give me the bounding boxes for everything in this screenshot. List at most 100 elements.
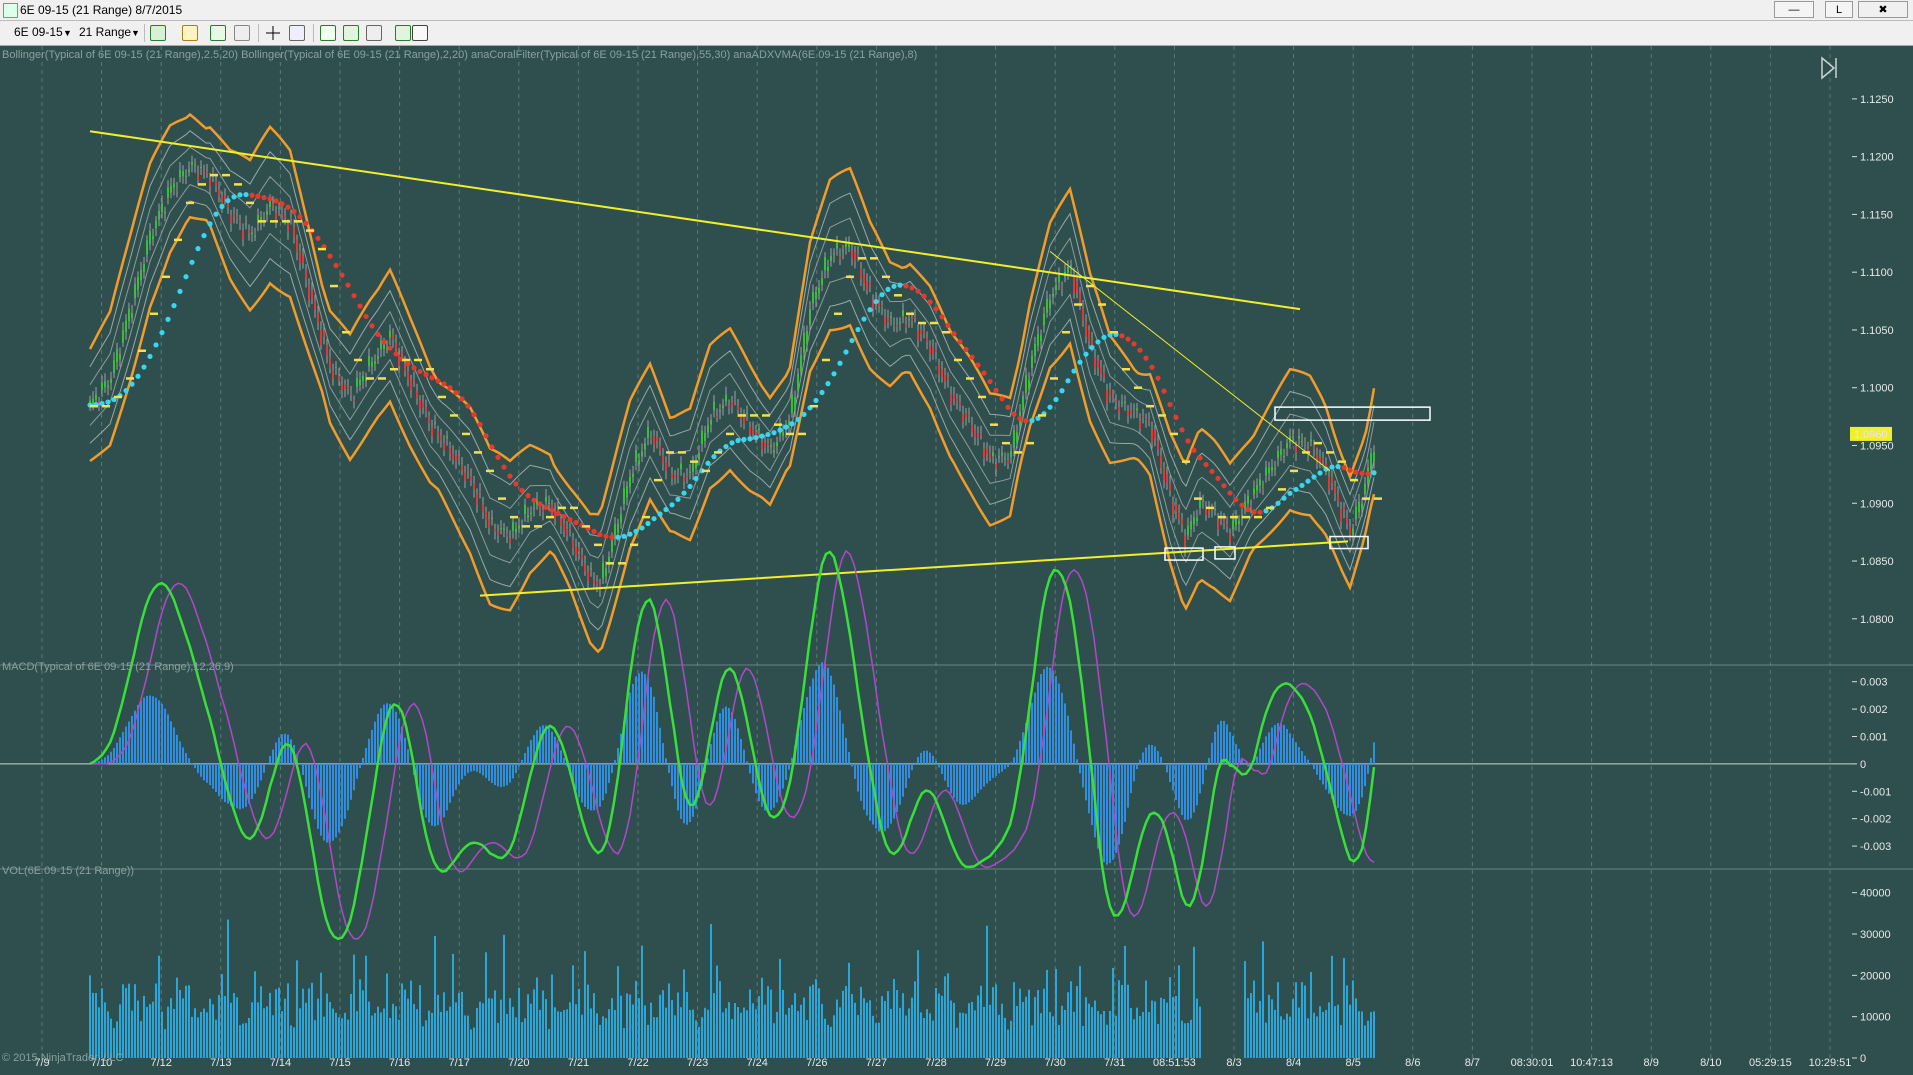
coral-filter-dot	[1161, 388, 1167, 394]
volume-bar	[278, 987, 280, 1058]
volume-bar	[1115, 1015, 1117, 1058]
volume-bar	[710, 924, 712, 1058]
close-button[interactable]: ✖	[1858, 1, 1908, 18]
add-indicator-icon[interactable]	[210, 25, 226, 41]
macd-histogram-bar	[920, 752, 922, 764]
candle-body	[503, 528, 505, 530]
macd-histogram-bar	[548, 727, 550, 764]
candle-body	[242, 230, 244, 240]
candle-body	[752, 429, 754, 434]
window-titlebar: 6E 09-15 (21 Range) 8/7/2015 — L ✖	[0, 0, 1913, 21]
volume-bar	[152, 1001, 154, 1058]
candle-body	[227, 203, 229, 208]
volume-bar	[386, 973, 388, 1058]
instrument-selector[interactable]: 6E 09-15	[14, 25, 63, 39]
coral-filter-dot	[1221, 483, 1227, 489]
candle-body	[680, 463, 682, 470]
macd-histogram-bar	[1031, 702, 1033, 764]
drawing-tool-icon[interactable]	[182, 25, 198, 41]
volume-bar	[902, 993, 904, 1058]
macd-histogram-bar	[272, 749, 274, 764]
minimize-button[interactable]: —	[1774, 1, 1814, 18]
volume-bar	[398, 1019, 400, 1058]
volume-bar	[134, 984, 136, 1058]
x-tick-label: 7/31	[1104, 1057, 1125, 1069]
volume-bar	[1373, 1011, 1375, 1058]
candle-body	[389, 330, 391, 338]
macd-histogram-bar	[983, 763, 985, 787]
x-tick-label: 7/22	[627, 1057, 648, 1069]
coral-filter-dot	[657, 511, 663, 517]
macd-histogram-bar	[140, 700, 142, 764]
macd-histogram-bar	[422, 763, 424, 810]
volume-bar	[629, 994, 631, 1058]
macd-panel-label: MACD(Typical of 6E 09-15 (21 Range),12,2…	[2, 661, 234, 673]
volume-bar	[1262, 941, 1264, 1058]
volume-bar	[305, 1002, 307, 1058]
volume-bar	[254, 971, 256, 1058]
volume-bar	[1076, 986, 1078, 1058]
candle-body	[512, 521, 514, 531]
x-tick-label: 7/20	[508, 1057, 529, 1069]
instrument-dropdown-icon[interactable]: ▼	[63, 28, 72, 38]
volume-bar	[566, 1009, 568, 1058]
volume-bar	[485, 952, 487, 1058]
macd-histogram-bar	[1202, 763, 1204, 785]
volume-bar	[1118, 980, 1120, 1058]
macd-histogram-bar	[1364, 763, 1366, 787]
macd-histogram-bar	[1121, 763, 1123, 834]
candle-body	[326, 345, 328, 356]
coral-filter-dot	[621, 533, 627, 539]
interval-dropdown-icon[interactable]: ▼	[131, 28, 140, 38]
coral-filter-dot	[489, 444, 495, 450]
macd-tick-label: 0.003	[1860, 677, 1888, 689]
macd-histogram-bar	[359, 763, 361, 769]
zoom-icon[interactable]	[289, 25, 305, 41]
macd-histogram-bar	[995, 763, 997, 776]
bar-type-icon[interactable]	[150, 25, 166, 41]
macd-histogram-bar	[392, 707, 394, 764]
candle-body	[977, 433, 979, 439]
candle-body	[953, 394, 955, 399]
remove-drawing-icon[interactable]	[234, 25, 250, 41]
candle-body	[320, 329, 322, 346]
volume-bar	[950, 1000, 952, 1058]
volume-bar	[1127, 984, 1129, 1058]
candle-body	[1286, 443, 1288, 449]
macd-histogram-bar	[1190, 763, 1192, 819]
volume-bar	[176, 977, 178, 1058]
candle-body	[272, 203, 274, 206]
restore-button[interactable]: L	[1825, 1, 1853, 18]
candle-body	[422, 402, 424, 408]
macd-histogram-bar	[464, 763, 466, 776]
candle-body	[509, 538, 511, 544]
macd-histogram-bar	[1058, 683, 1060, 764]
chart-trader-icon[interactable]	[412, 25, 428, 41]
macd-histogram-bar	[1034, 692, 1036, 764]
strategy-icon[interactable]	[320, 25, 336, 41]
volume-bar	[1064, 1009, 1066, 1058]
candle-body	[734, 398, 736, 400]
macd-histogram-bar	[668, 763, 670, 773]
coral-filter-dot	[1179, 427, 1185, 433]
coral-filter-dot	[1329, 464, 1335, 470]
candle-body	[1148, 420, 1150, 422]
volume-bar	[665, 1007, 667, 1058]
interval-selector[interactable]: 21 Range	[79, 25, 131, 39]
data-box-icon[interactable]	[395, 25, 411, 41]
candle-body	[728, 406, 730, 408]
volume-bar	[698, 1026, 700, 1058]
candle-body	[191, 161, 193, 165]
properties-icon[interactable]	[366, 25, 382, 41]
chart-canvas[interactable]: 7/9 7/10 7/12 7/13 7/14 7/15 7/16 7/17 7/20 7/21 7…	[0, 46, 1913, 1075]
volume-bar	[1250, 993, 1252, 1058]
coral-filter-dot	[297, 214, 303, 220]
indicator-list-icon[interactable]	[343, 25, 359, 41]
macd-histogram-bar	[851, 763, 853, 767]
candle-body	[236, 216, 238, 219]
candle-body	[1121, 402, 1123, 404]
candle-body	[362, 376, 364, 381]
crosshair-icon[interactable]	[265, 25, 281, 41]
macd-histogram-bar	[284, 733, 286, 764]
candle-body	[1355, 506, 1357, 520]
